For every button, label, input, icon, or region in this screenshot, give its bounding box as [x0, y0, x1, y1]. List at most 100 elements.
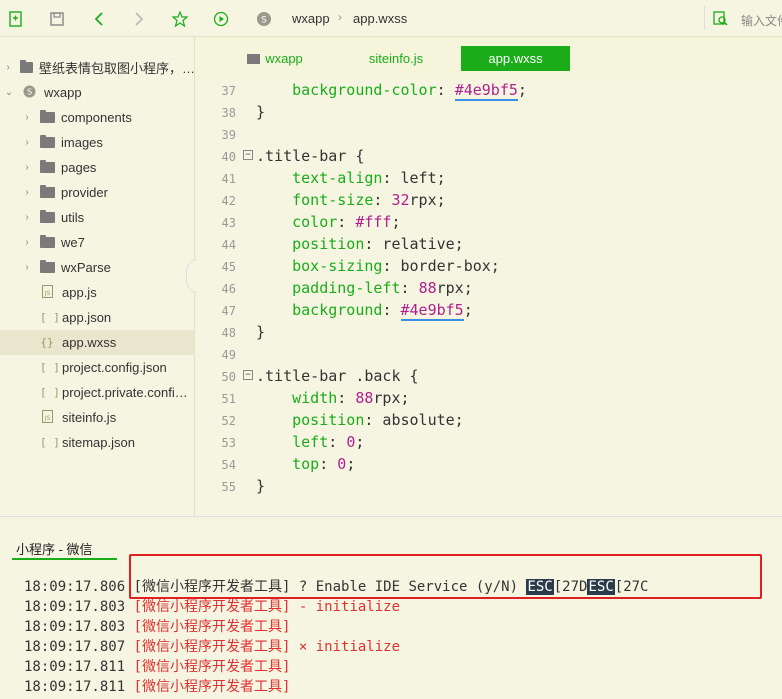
new-file-icon[interactable]: [6, 10, 24, 28]
folder-icon: [247, 53, 261, 64]
tree-item-label: app.js: [62, 285, 97, 300]
code-line[interactable]: 46 padding-left: 88rpx;: [196, 278, 782, 300]
code-line[interactable]: 55}: [196, 476, 782, 498]
code-line[interactable]: 49: [196, 344, 782, 366]
code-line[interactable]: 40− .title-bar {: [196, 146, 782, 168]
svg-text:JS: JS: [43, 415, 50, 422]
tab-label: app.wxss: [488, 51, 543, 66]
line-number: 48: [221, 326, 236, 340]
code-line[interactable]: 43 color: #fff;: [196, 212, 782, 234]
log-message-part: [27C: [614, 579, 649, 595]
forward-arrow-icon[interactable]: [130, 10, 148, 28]
folder-icon: [40, 260, 55, 273]
line-number: 45: [221, 260, 236, 274]
preview-play-icon[interactable]: [212, 10, 230, 28]
fold-toggle-icon[interactable]: −: [243, 150, 253, 160]
console-log-line: 18:09:17.803 [微信小程序开发者工具]: [24, 616, 290, 636]
code-line[interactable]: 54 top: 0;: [196, 454, 782, 476]
log-source: [微信小程序开发者工具]: [133, 679, 291, 695]
console-log-line: 18:09:17.811 [微信小程序开发者工具]: [24, 656, 290, 676]
code-editor[interactable]: 37 background-color: #4e9bf5; 38} 39 40− .ti…: [196, 80, 782, 516]
code-text: box-sizing: border-box;: [292, 257, 500, 275]
tree-item[interactable]: › pages: [0, 155, 195, 180]
tree-item[interactable]: JS siteinfo.js: [0, 405, 195, 430]
console-tab[interactable]: 小程序 - 微信: [16, 539, 93, 558]
breadcrumb-file[interactable]: app.wxss: [353, 11, 407, 26]
code-line[interactable]: 50− .title-bar .back {: [196, 366, 782, 388]
tree-item[interactable]: › we7: [0, 230, 195, 255]
code-line[interactable]: 51 width: 88rpx;: [196, 388, 782, 410]
line-number: 39: [221, 128, 236, 142]
tree-item-label: app.wxss: [62, 335, 117, 350]
log-source: [微信小程序开发者工具]: [133, 579, 291, 595]
tree-item[interactable]: › 壁纸表情包取图小程序，…: [0, 55, 195, 80]
tab-wxapp[interactable]: wxapp: [230, 46, 320, 71]
code-line[interactable]: 39: [196, 124, 782, 146]
search-icon: [713, 11, 729, 30]
tab-app-wxss[interactable]: app.wxss: [461, 46, 570, 71]
chevron-right-icon: ›: [25, 137, 29, 148]
star-icon[interactable]: [171, 10, 189, 28]
tree-item[interactable]: › provider: [0, 180, 195, 205]
code-line[interactable]: 44 position: relative;: [196, 234, 782, 256]
tree-item[interactable]: › images: [0, 130, 195, 155]
code-line[interactable]: 52 position: absolute;: [196, 410, 782, 432]
log-message-part: [27D: [553, 579, 588, 595]
tree-item-label: pages: [61, 160, 97, 175]
fold-toggle-icon[interactable]: −: [243, 370, 253, 380]
code-line[interactable]: 48}: [196, 322, 782, 344]
tree-item[interactable]: JS app.js: [0, 280, 195, 305]
file-tree-sidebar: › 壁纸表情包取图小程序，… ⌄ Swxapp › components › images › p…: [0, 37, 195, 516]
tree-item[interactable]: [ ] project.config.json: [0, 355, 195, 380]
file-search[interactable]: 输入文件: [704, 6, 782, 30]
tree-item[interactable]: {} app.wxss: [0, 330, 195, 355]
active-tab-indicator: [12, 558, 117, 560]
code-line[interactable]: 45 box-sizing: border-box;: [196, 256, 782, 278]
chevron-right-icon: ›: [25, 262, 29, 273]
tree-item-label: provider: [61, 185, 108, 200]
tree-item[interactable]: [ ] app.json: [0, 305, 195, 330]
code-line[interactable]: 47 background: #4e9bf5;: [196, 300, 782, 322]
json-file-icon: [ ]: [40, 386, 60, 399]
tree-item[interactable]: ⌄ Swxapp: [0, 80, 195, 105]
js-file-icon: JS: [40, 409, 54, 426]
folder-icon: [40, 110, 55, 123]
code-line[interactable]: 53 left: 0;: [196, 432, 782, 454]
line-number: 51: [221, 392, 236, 406]
code-line[interactable]: 42 font-size: 32rpx;: [196, 190, 782, 212]
code-line[interactable]: 38}: [196, 102, 782, 124]
code-text: .title-bar .back {: [256, 367, 419, 385]
search-input[interactable]: 输入文件: [741, 12, 782, 29]
log-timestamp: 18:09:17.803: [24, 599, 134, 615]
log-source: [微信小程序开发者工具]: [133, 599, 291, 615]
tree-item-label: we7: [61, 235, 85, 250]
log-timestamp: 18:09:17.811: [24, 679, 134, 695]
save-icon[interactable]: [48, 10, 66, 28]
svg-text:S: S: [26, 87, 31, 96]
code-text: }: [256, 477, 266, 495]
breadcrumb-chevron-icon: ›: [338, 10, 342, 24]
log-source: [微信小程序开发者工具]: [133, 639, 291, 655]
console-log-line: 18:09:17.803 [微信小程序开发者工具] - initialize: [24, 596, 400, 616]
tree-item[interactable]: [ ] project.private.confi…: [0, 380, 195, 405]
code-line[interactable]: 41 text-align: left;: [196, 168, 782, 190]
tree-item-label: project.private.confi…: [62, 385, 188, 400]
code-text: background: #4e9bf5;: [292, 301, 473, 321]
line-number: 44: [221, 238, 236, 252]
console-log-line: 18:09:17.811 [微信小程序开发者工具]: [24, 676, 290, 696]
tree-item[interactable]: › components: [0, 105, 195, 130]
tab-siteinfo[interactable]: siteinfo.js: [336, 46, 456, 71]
tree-item[interactable]: [ ] sitemap.json: [0, 430, 195, 455]
tree-item-label: siteinfo.js: [62, 410, 117, 425]
back-arrow-icon[interactable]: [90, 10, 108, 28]
tree-item[interactable]: › wxParse: [0, 255, 195, 280]
js-file-icon: JS: [40, 284, 54, 301]
tree-item-label: images: [61, 135, 103, 150]
breadcrumb-wxapp[interactable]: wxapp: [292, 11, 330, 26]
miniprogram-logo-icon: S: [255, 10, 273, 28]
tree-item[interactable]: › utils: [0, 205, 195, 230]
editor-tabs: wxapp siteinfo.js app.wxss: [196, 44, 782, 74]
chevron-down-icon: ⌄: [4, 87, 14, 98]
code-text: width: 88rpx;: [292, 389, 410, 407]
code-line[interactable]: 37 background-color: #4e9bf5;: [196, 80, 782, 102]
